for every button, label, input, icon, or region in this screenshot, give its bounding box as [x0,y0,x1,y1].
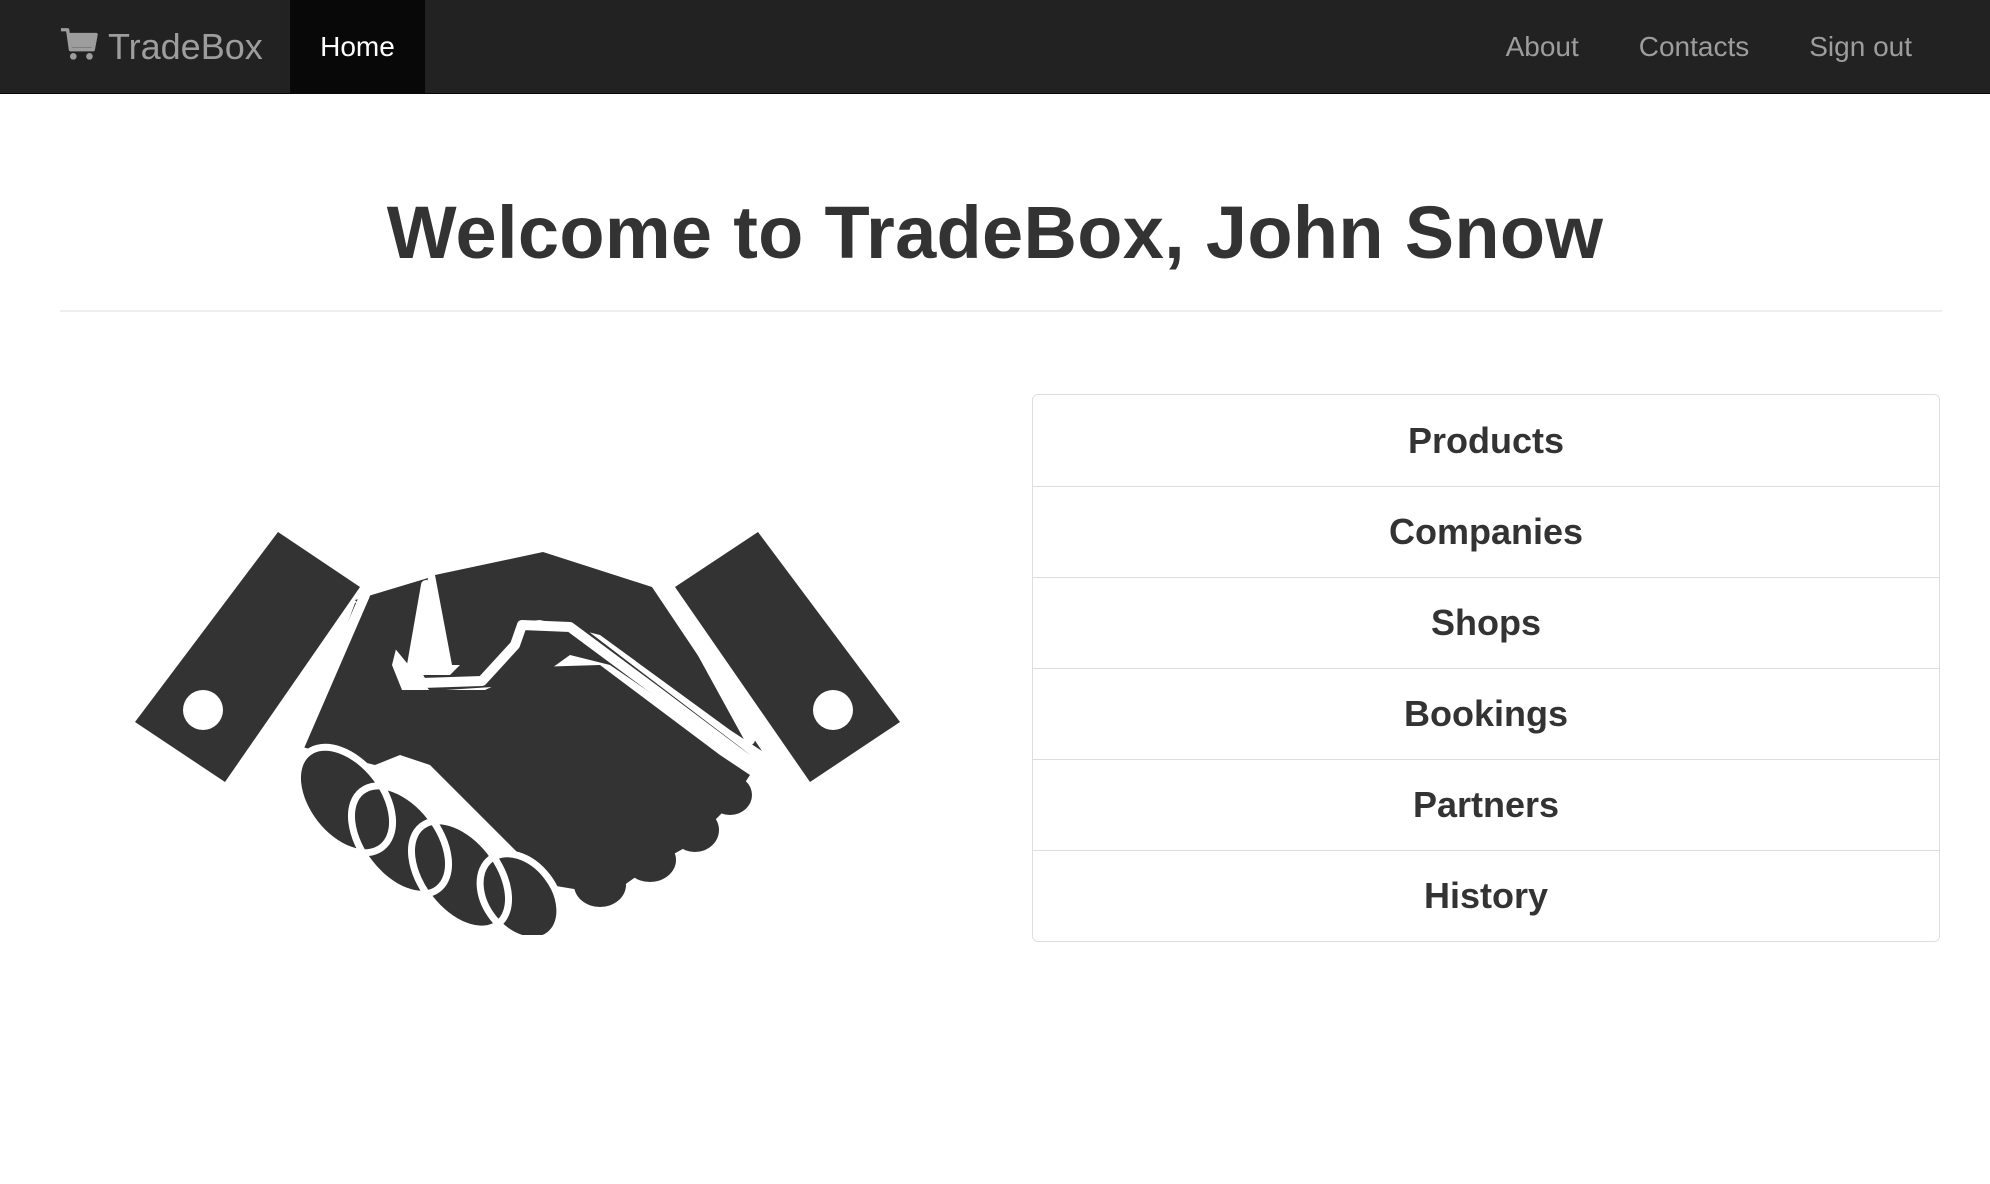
page-title: Welcome to TradeBox, John Snow [386,191,1604,274]
menu-item-products[interactable]: Products [1033,395,1939,486]
nav-home[interactable]: Home [290,0,425,94]
nav-about[interactable]: About [1506,31,1579,63]
top-navbar: TradeBox Home About Contacts Sign out [0,0,1990,94]
header-divider [60,310,1942,312]
menu-item-shops[interactable]: Shops [1033,577,1939,668]
menu-item-history[interactable]: History [1033,850,1939,941]
main-menu-list: Products Companies Shops Bookings Partne… [1032,394,1940,942]
menu-item-companies[interactable]: Companies [1033,486,1939,577]
nav-sign-out[interactable]: Sign out [1809,31,1912,63]
shopping-cart-icon [60,28,98,60]
brand-link[interactable]: TradeBox [60,0,263,94]
nav-contacts[interactable]: Contacts [1639,31,1750,63]
menu-item-partners[interactable]: Partners [1033,759,1939,850]
handshake-icon [135,532,900,935]
brand-name: TradeBox [108,26,263,67]
menu-item-bookings[interactable]: Bookings [1033,668,1939,759]
nav-right-group: About Contacts Sign out [1446,0,1912,94]
